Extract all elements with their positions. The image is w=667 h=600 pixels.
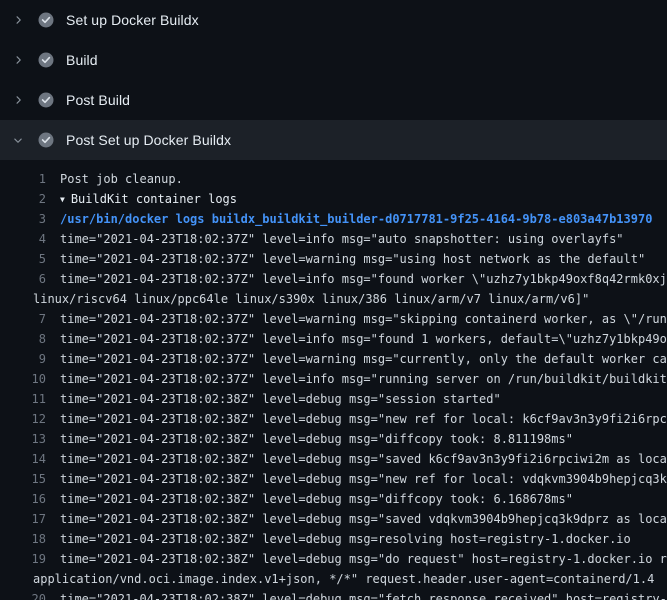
line-number[interactable]: 17 <box>0 509 46 529</box>
log-line: 12 time="2021-04-23T18:02:38Z" level=deb… <box>0 409 667 429</box>
step-header[interactable]: Build <box>0 40 667 80</box>
log-container: 1 Post job cleanup. 2 ▼BuildKit containe… <box>0 160 667 600</box>
log-line-text: ▼BuildKit container logs <box>60 189 237 209</box>
log-line: 15 time="2021-04-23T18:02:38Z" level=deb… <box>0 469 667 489</box>
step-header[interactable]: Post Build <box>0 80 667 120</box>
workflow-log-panel: Set up Docker Buildx Build P <box>0 0 667 600</box>
line-number[interactable]: 8 <box>0 329 46 349</box>
line-number[interactable]: 12 <box>0 409 46 429</box>
log-line: 18 time="2021-04-23T18:02:38Z" level=deb… <box>0 529 667 549</box>
chevron-right-icon <box>10 14 26 26</box>
log-line: 20 time="2021-04-23T18:02:38Z" level=deb… <box>0 589 667 600</box>
line-number[interactable]: 5 <box>0 249 46 269</box>
log-line-text: time="2021-04-23T18:02:38Z" level=debug … <box>60 509 667 529</box>
log-line-text: time="2021-04-23T18:02:38Z" level=debug … <box>60 409 667 429</box>
log-line: 3 /usr/bin/docker logs buildx_buildkit_b… <box>0 209 667 229</box>
log-line-text: time="2021-04-23T18:02:38Z" level=debug … <box>60 529 631 549</box>
line-number[interactable]: 15 <box>0 469 46 489</box>
step-label: Post Build <box>66 92 130 108</box>
check-circle-icon <box>38 132 54 148</box>
step-label: Build <box>66 52 98 68</box>
chevron-right-icon <box>10 54 26 66</box>
log-line-text: time="2021-04-23T18:02:37Z" level=info m… <box>60 329 667 349</box>
log-line: 7 time="2021-04-23T18:02:37Z" level=warn… <box>0 309 667 329</box>
log-line-text: time="2021-04-23T18:02:37Z" level=info m… <box>60 229 624 249</box>
chevron-down-icon <box>10 134 26 146</box>
log-line-text: time="2021-04-23T18:02:38Z" level=debug … <box>60 389 501 409</box>
log-line-text: time="2021-04-23T18:02:38Z" level=debug … <box>60 549 667 569</box>
check-circle-icon <box>38 12 54 28</box>
log-line-text: time="2021-04-23T18:02:38Z" level=debug … <box>60 469 667 489</box>
log-line: 5 time="2021-04-23T18:02:37Z" level=warn… <box>0 249 667 269</box>
line-number[interactable]: 13 <box>0 429 46 449</box>
log-line-text: time="2021-04-23T18:02:38Z" level=debug … <box>60 489 573 509</box>
log-line-text: time="2021-04-23T18:02:37Z" level=warnin… <box>60 309 667 329</box>
log-line: 1 Post job cleanup. <box>0 169 667 189</box>
log-line: 19 time="2021-04-23T18:02:38Z" level=deb… <box>0 549 667 569</box>
log-line: 17 time="2021-04-23T18:02:38Z" level=deb… <box>0 509 667 529</box>
step-label: Set up Docker Buildx <box>66 12 199 28</box>
line-number[interactable]: 7 <box>0 309 46 329</box>
log-line-text: time="2021-04-23T18:02:37Z" level=warnin… <box>60 249 645 269</box>
log-line-text: time="2021-04-23T18:02:38Z" level=debug … <box>60 429 573 449</box>
line-number[interactable]: 18 <box>0 529 46 549</box>
log-line: 14 time="2021-04-23T18:02:38Z" level=deb… <box>0 449 667 469</box>
check-circle-icon <box>38 92 54 108</box>
line-number[interactable]: 3 <box>0 209 46 229</box>
log-line: 6 time="2021-04-23T18:02:37Z" level=info… <box>0 269 667 289</box>
log-line: 11 time="2021-04-23T18:02:38Z" level=deb… <box>0 389 667 409</box>
log-line: 10 time="2021-04-23T18:02:37Z" level=inf… <box>0 369 667 389</box>
line-number[interactable]: 9 <box>0 349 46 369</box>
log-line: 16 time="2021-04-23T18:02:38Z" level=deb… <box>0 489 667 509</box>
steps-list: Set up Docker Buildx Build P <box>0 0 667 160</box>
line-number[interactable]: 10 <box>0 369 46 389</box>
log-line: 4 time="2021-04-23T18:02:37Z" level=info… <box>0 229 667 249</box>
line-number[interactable]: 16 <box>0 489 46 509</box>
log-line-text: time="2021-04-23T18:02:37Z" level=info m… <box>60 269 667 289</box>
log-line[interactable]: 2 ▼BuildKit container logs <box>0 189 667 209</box>
check-circle-icon <box>38 52 54 68</box>
chevron-right-icon <box>10 94 26 106</box>
log-line-text: time="2021-04-23T18:02:38Z" level=debug … <box>60 449 667 469</box>
line-number[interactable]: 6 <box>0 269 46 289</box>
log-line-text: time="2021-04-23T18:02:38Z" level=debug … <box>60 589 667 600</box>
line-number[interactable]: 2 <box>0 189 46 209</box>
step-label: Post Set up Docker Buildx <box>66 132 231 148</box>
log-line-text: time="2021-04-23T18:02:37Z" level=info m… <box>60 369 667 389</box>
line-number[interactable]: 20 <box>0 589 46 600</box>
line-number[interactable]: 11 <box>0 389 46 409</box>
log-line-text: time="2021-04-23T18:02:37Z" level=warnin… <box>60 349 667 369</box>
log-line-text: application/vnd.oci.image.index.v1+json,… <box>0 569 654 589</box>
log-line-text: Post job cleanup. <box>60 169 183 189</box>
log-line: 8 time="2021-04-23T18:02:37Z" level=info… <box>0 329 667 349</box>
line-number[interactable]: 4 <box>0 229 46 249</box>
step-header[interactable]: Post Set up Docker Buildx <box>0 120 667 160</box>
line-number[interactable]: 19 <box>0 549 46 569</box>
log-line-text: linux/riscv64 linux/ppc64le linux/s390x … <box>0 289 589 309</box>
log-line: 13 time="2021-04-23T18:02:38Z" level=deb… <box>0 429 667 449</box>
log-line-text: /usr/bin/docker logs buildx_buildkit_bui… <box>60 209 652 229</box>
log-line: application/vnd.oci.image.index.v1+json,… <box>0 569 667 589</box>
log-line: 9 time="2021-04-23T18:02:37Z" level=warn… <box>0 349 667 369</box>
line-number[interactable]: 1 <box>0 169 46 189</box>
line-number[interactable]: 14 <box>0 449 46 469</box>
log-line: linux/riscv64 linux/ppc64le linux/s390x … <box>0 289 667 309</box>
step-header[interactable]: Set up Docker Buildx <box>0 0 667 40</box>
group-toggle-icon: ▼ <box>60 190 65 209</box>
